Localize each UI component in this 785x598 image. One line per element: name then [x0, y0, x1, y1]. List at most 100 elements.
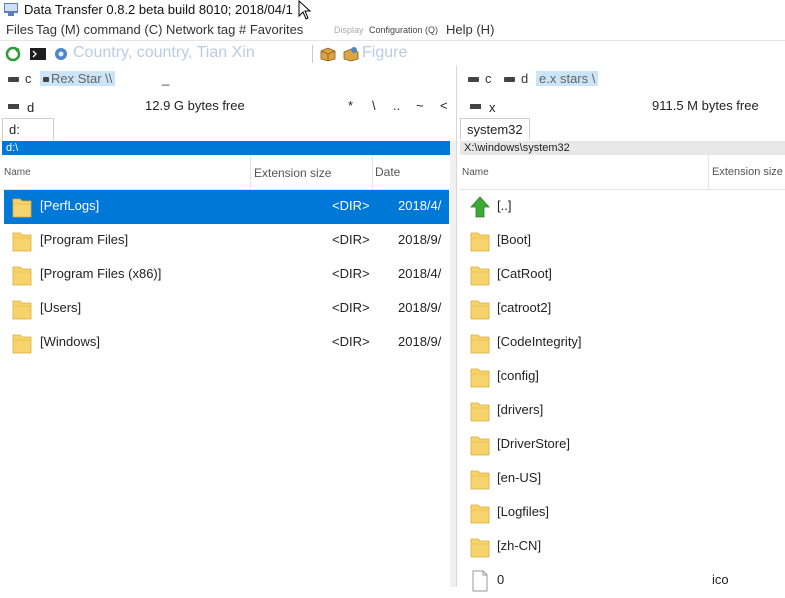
- window-title: Data Transfer 0.8.2 beta build 8010; 201…: [24, 2, 293, 17]
- drive-icon: [8, 77, 19, 83]
- figure-button[interactable]: Figure: [362, 44, 407, 62]
- folder-icon: [12, 198, 32, 218]
- left-drive-extra[interactable]: _: [162, 71, 169, 86]
- left-col-ext-size[interactable]: Extension size: [254, 166, 331, 180]
- right-path-bar[interactable]: X:\windows\system32: [460, 141, 785, 155]
- file-date: 2018/4/: [398, 198, 442, 213]
- right-info-bar: x 911.5 M bytes free: [460, 96, 785, 116]
- file-name: [..]: [497, 198, 512, 213]
- file-type: <DIR>: [332, 334, 370, 349]
- folder-icon: [470, 334, 490, 354]
- menu-display[interactable]: Display: [334, 25, 364, 35]
- left-col-date[interactable]: Date: [375, 165, 400, 179]
- right-current-drive[interactable]: x: [470, 98, 496, 115]
- column-divider[interactable]: [708, 155, 709, 189]
- table-row[interactable]: [catroot2]: [462, 292, 785, 326]
- column-divider[interactable]: [372, 155, 373, 189]
- folder-icon: [470, 470, 490, 490]
- table-row[interactable]: [PerfLogs] <DIR> 2018/4/: [4, 190, 449, 224]
- toolbar-separator: [312, 45, 313, 63]
- table-row[interactable]: [drivers]: [462, 394, 785, 428]
- left-current-drive[interactable]: d: [8, 98, 34, 115]
- right-drive-d[interactable]: d: [504, 71, 528, 86]
- file-date: 2018/4/: [398, 266, 442, 281]
- table-row[interactable]: [Users] <DIR> 2018/9/: [4, 292, 449, 326]
- drive-icon: [8, 104, 19, 110]
- left-scrollbar[interactable]: [450, 141, 456, 587]
- nav-back[interactable]: <: [440, 98, 448, 113]
- right-drive-bar: c d e.x stars \: [460, 68, 785, 90]
- menu-files[interactable]: Files: [6, 22, 33, 37]
- right-col-name[interactable]: Name: [462, 167, 489, 178]
- folder-icon: [12, 300, 32, 320]
- file-type: <DIR>: [332, 300, 370, 315]
- file-name: [drivers]: [497, 402, 544, 417]
- folder-icon: [470, 538, 490, 558]
- bookmark-bar[interactable]: Country, country, Tian Xin: [73, 44, 255, 62]
- drive-icon: [43, 77, 49, 83]
- mouse-cursor-icon: [298, 0, 312, 20]
- menu-help[interactable]: Help (H): [446, 22, 494, 37]
- table-row[interactable]: [Windows] <DIR> 2018/9/: [4, 326, 449, 360]
- folder-icon: [470, 436, 490, 456]
- right-drive-c[interactable]: c: [468, 71, 492, 86]
- folder-icon: [470, 368, 490, 388]
- table-row[interactable]: 0 ico: [462, 564, 785, 598]
- folder-icon: [12, 334, 32, 354]
- left-free-space: 12.9 G bytes free: [145, 98, 245, 113]
- table-row[interactable]: [DriverStore]: [462, 428, 785, 462]
- table-row[interactable]: [en-US]: [462, 462, 785, 496]
- column-divider[interactable]: [250, 155, 251, 189]
- file-name: [zh-CN]: [497, 538, 542, 553]
- terminal-icon[interactable]: [30, 46, 46, 62]
- right-column-header: Name Extension size: [460, 155, 785, 190]
- table-row[interactable]: [CatRoot]: [462, 258, 785, 292]
- package-icon[interactable]: [320, 46, 336, 62]
- title-bar: Data Transfer 0.8.2 beta build 8010; 201…: [0, 0, 785, 20]
- left-drive-c[interactable]: c: [8, 71, 32, 86]
- left-col-name[interactable]: Name: [4, 167, 31, 178]
- network-gear-icon[interactable]: [53, 46, 69, 62]
- file-name: [DriverStore]: [497, 436, 570, 451]
- left-path-bar[interactable]: d:\: [2, 141, 453, 155]
- left-column-header: Name Extension size Date: [2, 155, 449, 190]
- panel-divider[interactable]: [456, 66, 457, 587]
- table-row[interactable]: [zh-CN]: [462, 530, 785, 564]
- nav-home[interactable]: ~: [416, 98, 424, 113]
- menu-configuration[interactable]: Configuration (Q): [369, 25, 438, 35]
- file-name: [CatRoot]: [497, 266, 552, 281]
- right-col-ext-size[interactable]: Extension size: [712, 166, 783, 178]
- nav-root[interactable]: *: [348, 98, 353, 113]
- app-icon: [4, 3, 18, 16]
- file-name: [en-US]: [497, 470, 542, 485]
- right-drive-stars[interactable]: e.x stars \: [536, 71, 599, 86]
- file-name: [PerfLogs]: [40, 198, 100, 213]
- file-name: 0: [497, 572, 505, 587]
- folder-icon: [12, 266, 32, 286]
- table-row[interactable]: [Logfiles]: [462, 496, 785, 530]
- menu-tag-command-network[interactable]: Tag (M) command (C) Network tag # Favori…: [36, 22, 303, 37]
- drive-icon: [468, 77, 479, 83]
- left-drive-bar: c Rex Star \\ _: [0, 68, 455, 90]
- folder-icon: [470, 504, 490, 524]
- table-row[interactable]: [CodeIntegrity]: [462, 326, 785, 360]
- drive-icon: [470, 104, 481, 110]
- right-tab-system32[interactable]: system32: [460, 118, 530, 140]
- nav-backslash[interactable]: \: [372, 98, 376, 113]
- table-row[interactable]: [config]: [462, 360, 785, 394]
- nav-parent[interactable]: ..: [393, 98, 400, 113]
- file-date: 2018/9/: [398, 232, 442, 247]
- table-row[interactable]: [..]: [462, 190, 785, 224]
- folder-icon: [470, 402, 490, 422]
- table-row[interactable]: [Boot]: [462, 224, 785, 258]
- refresh-icon[interactable]: [5, 46, 21, 62]
- left-drive-rex-star[interactable]: Rex Star \\: [40, 71, 116, 86]
- package-gear-icon[interactable]: [343, 46, 359, 62]
- file-name: [Boot]: [497, 232, 531, 247]
- table-row[interactable]: [Program Files (x86)] <DIR> 2018/4/: [4, 258, 449, 292]
- file-extension: ico: [712, 572, 729, 587]
- table-row[interactable]: [Program Files] <DIR> 2018/9/: [4, 224, 449, 258]
- left-tab-d[interactable]: d:: [2, 118, 54, 140]
- file-name: [Program Files (x86)]: [40, 266, 162, 281]
- menu-bar: Files Tag (M) command (C) Network tag # …: [0, 20, 785, 39]
